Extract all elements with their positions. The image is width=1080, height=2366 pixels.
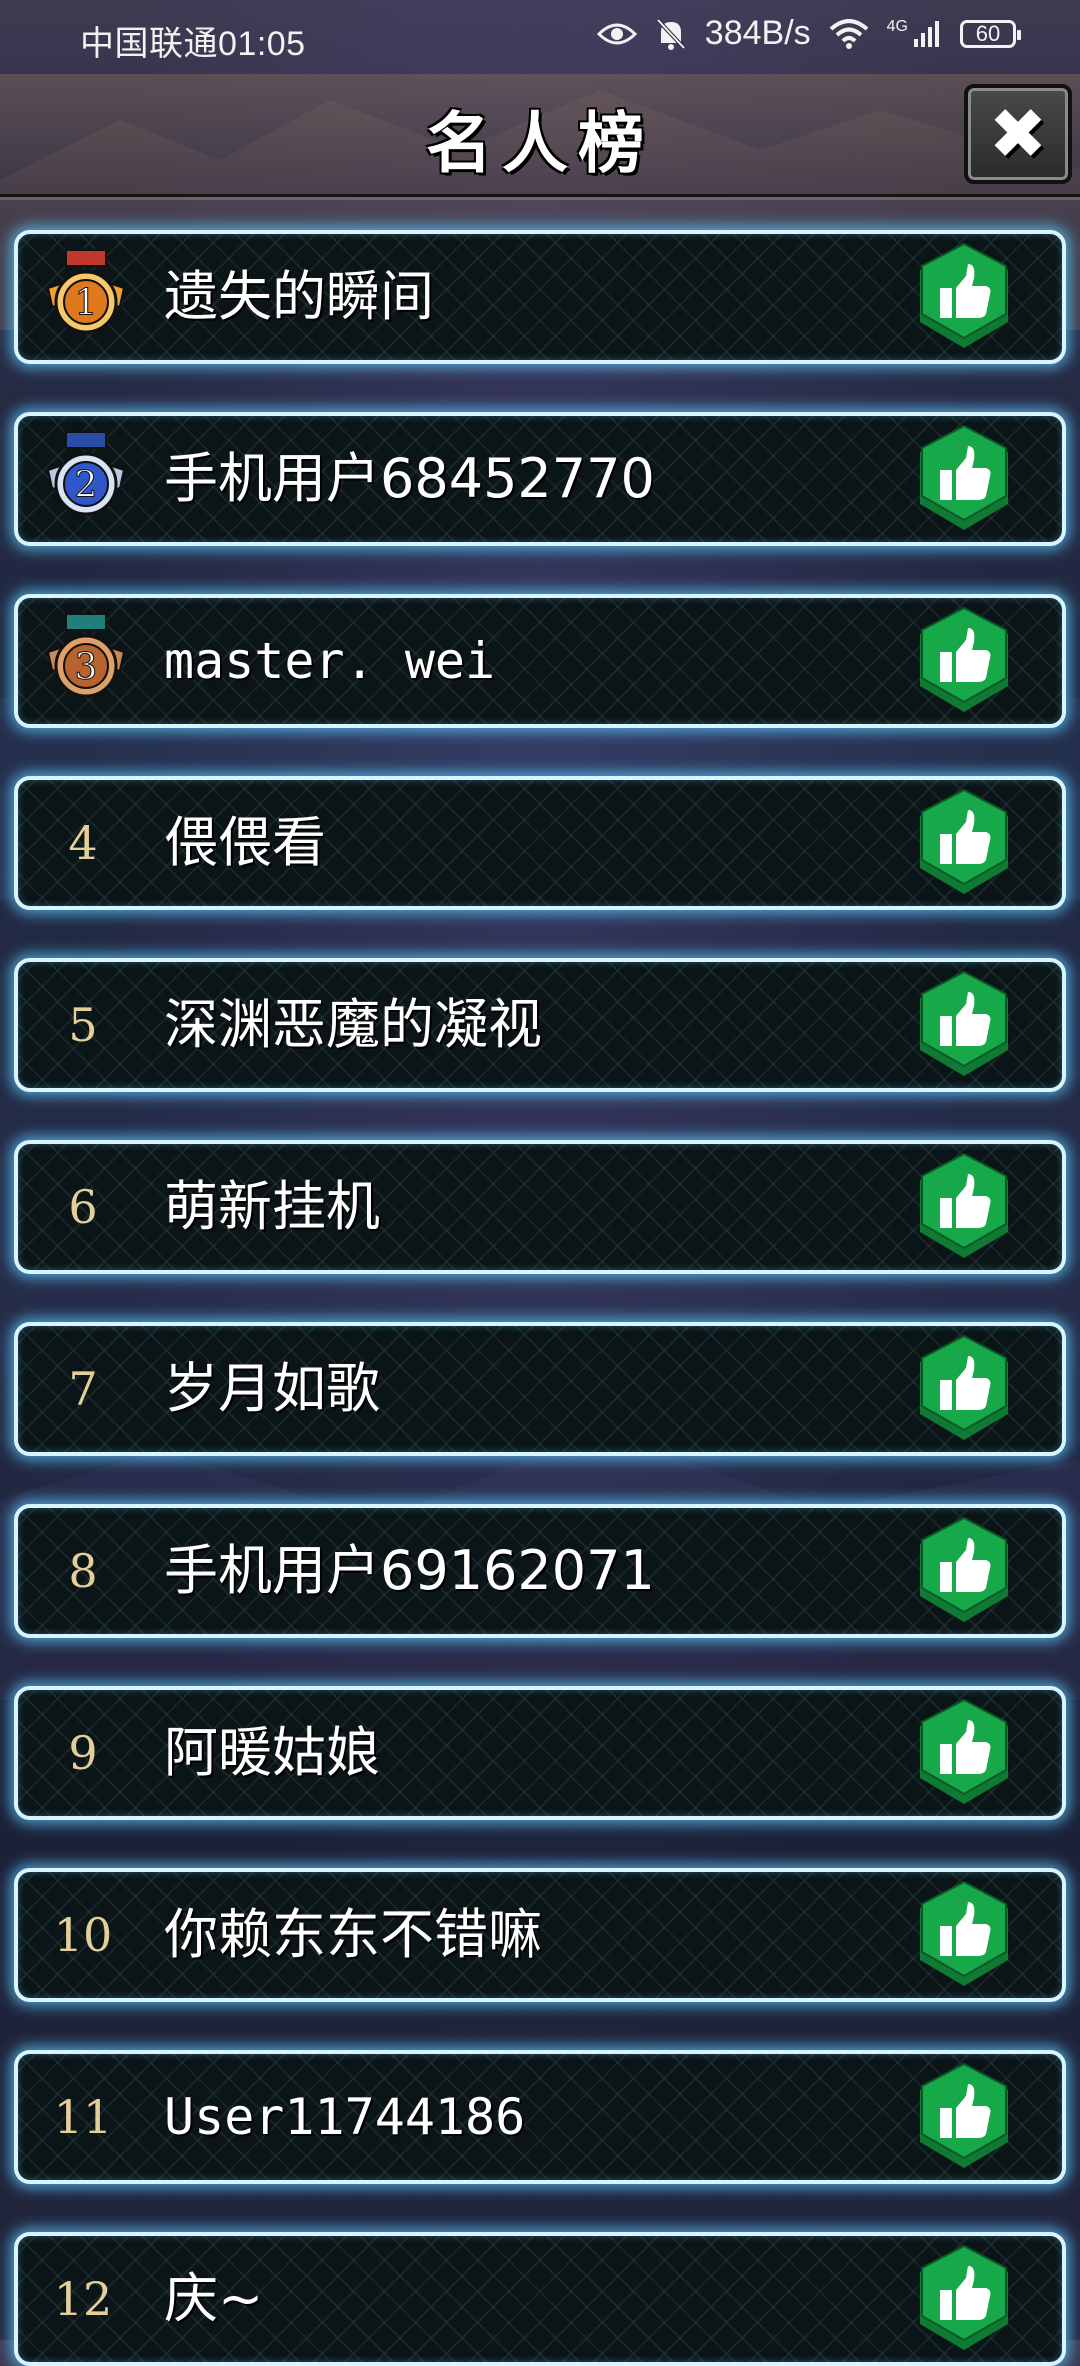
leaderboard-row[interactable]: 4 偎偎看	[14, 776, 1066, 910]
like-button[interactable]	[912, 2244, 1016, 2354]
carrier-time: 中国联通01:05	[80, 25, 306, 63]
player-name: 阿暖姑娘	[164, 1721, 380, 1784]
rank-number: 10	[53, 1908, 113, 1962]
thumbs-up-icon	[920, 1334, 1008, 1440]
like-button[interactable]	[912, 970, 1016, 1080]
leaderboard-row[interactable]: 2 手机用户68452770	[14, 412, 1066, 546]
rank-number: 12	[53, 2272, 113, 2326]
signal-icon	[914, 20, 939, 47]
like-button[interactable]	[912, 242, 1016, 352]
rank-number: 8	[68, 1544, 98, 1598]
player-name: master. wei	[164, 632, 496, 690]
leaderboard-row[interactable]: 5 深渊恶魔的凝视	[14, 958, 1066, 1092]
like-button[interactable]	[912, 1698, 1016, 1808]
like-button[interactable]	[912, 1880, 1016, 1990]
rank-number: 4	[68, 816, 98, 870]
player-name: 偎偎看	[164, 811, 326, 874]
header-bar: 名人榜 ✖	[0, 74, 1080, 197]
player-name: 遗失的瞬间	[164, 265, 434, 328]
leaderboard-row[interactable]: 8 手机用户69162071	[14, 1504, 1066, 1638]
like-button[interactable]	[912, 1334, 1016, 1444]
thumbs-up-icon	[920, 424, 1008, 530]
leaderboard-row[interactable]: 11 User11744186	[14, 2050, 1066, 2184]
rank-number: 6	[68, 1180, 98, 1234]
battery-level: 60	[975, 20, 1001, 46]
bell-off-icon	[656, 18, 686, 50]
close-icon: ✖	[988, 93, 1048, 175]
player-name: 手机用户68452770	[164, 447, 655, 510]
player-name: 深渊恶魔的凝视	[164, 993, 542, 1056]
eye-icon	[596, 23, 637, 44]
player-name: User11744186	[164, 2088, 526, 2146]
status-icons: 384B/s 4G 60	[596, 14, 1021, 53]
player-name: 岁月如歌	[164, 1357, 380, 1420]
rank-number: 5	[68, 998, 98, 1052]
thumbs-up-icon	[920, 606, 1008, 712]
gold-medal-icon: 1	[44, 248, 128, 344]
thumbs-up-icon	[920, 1152, 1008, 1258]
player-name: 手机用户69162071	[164, 1539, 655, 1602]
close-button[interactable]: ✖	[964, 84, 1072, 184]
thumbs-up-icon	[920, 2244, 1008, 2350]
leaderboard-row[interactable]: 3 master. wei	[14, 594, 1066, 728]
silver-medal-icon: 2	[44, 430, 128, 526]
medal-rank-label: 1	[75, 283, 98, 324]
thumbs-up-icon	[920, 788, 1008, 894]
player-name: 庆~	[164, 2267, 264, 2330]
leaderboard-row[interactable]: 1 遗失的瞬间	[14, 230, 1066, 364]
rank-number: 9	[68, 1726, 98, 1780]
wifi-icon	[829, 18, 868, 49]
like-button[interactable]	[912, 788, 1016, 898]
medal-rank-label: 2	[75, 465, 98, 506]
leaderboard-row[interactable]: 10 你赖东东不错嘛	[14, 1868, 1066, 2002]
thumbs-up-icon	[920, 970, 1008, 1076]
like-button[interactable]	[912, 1152, 1016, 1262]
like-button[interactable]	[912, 1516, 1016, 1626]
thumbs-up-icon	[920, 2062, 1008, 2168]
net-speed: 384B/s	[704, 14, 811, 52]
rank-number: 11	[53, 2090, 113, 2144]
page-title: 名人榜	[426, 105, 654, 182]
like-button[interactable]	[912, 424, 1016, 534]
network-type: 4G	[886, 17, 908, 35]
player-name: 你赖东东不错嘛	[164, 1903, 542, 1966]
bronze-medal-icon: 3	[44, 612, 128, 708]
medal-rank-label: 3	[75, 647, 98, 688]
leaderboard-row[interactable]: 6 萌新挂机	[14, 1140, 1066, 1274]
thumbs-up-icon	[920, 1880, 1008, 1986]
thumbs-up-icon	[920, 1698, 1008, 1804]
like-button[interactable]	[912, 2062, 1016, 2172]
battery-icon: 60	[960, 19, 1021, 48]
leaderboard-row[interactable]: 9 阿暖姑娘	[14, 1686, 1066, 1820]
leaderboard-row[interactable]: 7 岁月如歌	[14, 1322, 1066, 1456]
thumbs-up-icon	[920, 242, 1008, 348]
like-button[interactable]	[912, 606, 1016, 716]
rank-number: 7	[68, 1362, 98, 1416]
leaderboard-row[interactable]: 12 庆~	[14, 2232, 1066, 2366]
status-bar: 中国联通01:05 384B/s 4G 60	[0, 0, 1080, 74]
player-name: 萌新挂机	[164, 1175, 380, 1238]
thumbs-up-icon	[920, 1516, 1008, 1622]
